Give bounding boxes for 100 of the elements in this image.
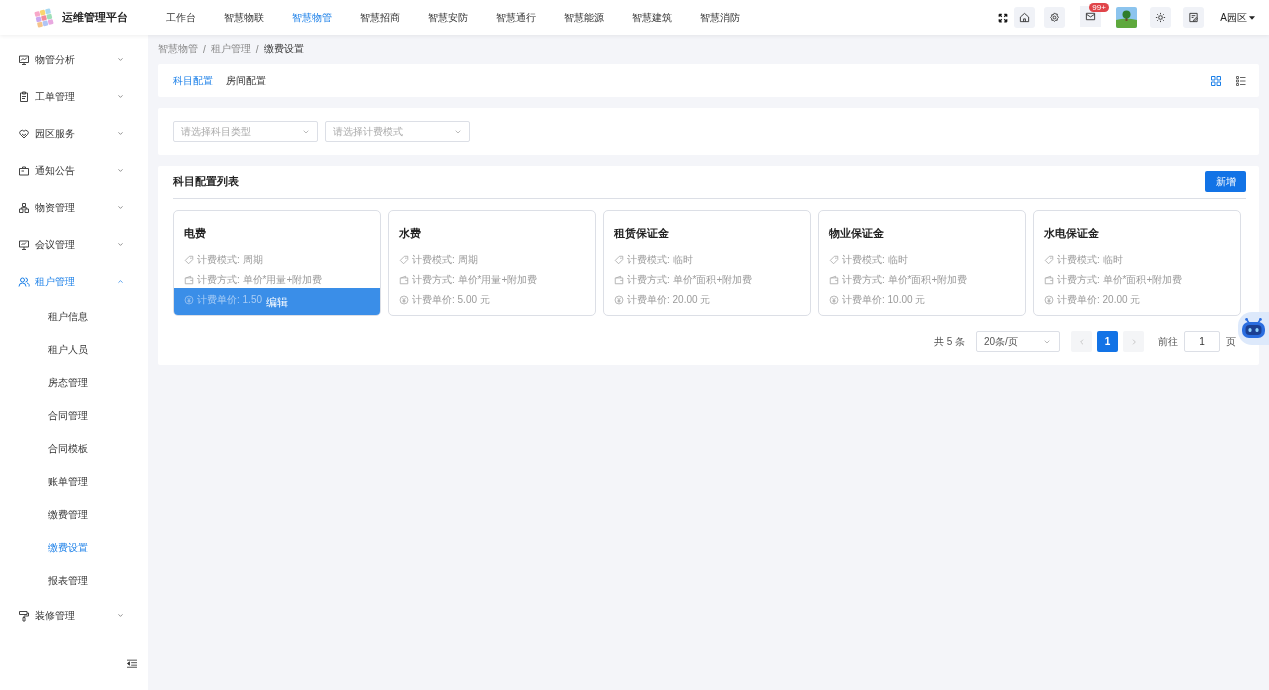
breadcrumb-separator: / [255, 43, 259, 55]
sidebar-item[interactable]: 租户管理 [0, 263, 148, 300]
nav-tab[interactable]: 工作台 [166, 10, 196, 25]
unit-price-text: 计费单价: 1.50 [197, 293, 263, 307]
breadcrumb-link[interactable]: 租户管理 [210, 42, 251, 56]
list-view-icon[interactable] [1235, 74, 1247, 87]
breadcrumb-link[interactable]: 智慧物管 [158, 42, 198, 56]
nav-tab[interactable]: 智慧消防 [700, 10, 740, 25]
sidebar-subitem[interactable]: 租户信息 [0, 300, 148, 333]
nav-tab[interactable]: 智慧通行 [496, 10, 536, 25]
chevron-down-icon [117, 56, 124, 63]
wallet-icon [1044, 275, 1054, 285]
card-title: 租赁保证金 [614, 226, 670, 241]
mail-button[interactable]: 99+ [1080, 2, 1112, 27]
boxes-icon [18, 201, 30, 214]
sidebar-subitem[interactable]: 账单管理 [0, 465, 148, 498]
page-size-select[interactable]: 20条/页 [976, 331, 1060, 352]
assistant-robot-icon[interactable] [1238, 312, 1269, 345]
add-button[interactable]: 新增 [1205, 171, 1246, 192]
sidebar-item[interactable]: 物资管理 [0, 189, 148, 226]
billing-method-text: 计费方式: 单价*面积+附加费 [842, 273, 968, 287]
settings-icon [1049, 12, 1061, 23]
platform-title: 运维管理平台 [62, 10, 128, 25]
wallet-icon [614, 275, 624, 285]
chevron-down-icon [117, 167, 124, 174]
page-number-button[interactable]: 1 [1097, 331, 1118, 352]
billing-method-text: 计费方式: 单价*面积+附加费 [627, 273, 753, 287]
caret-down-icon [1249, 15, 1255, 20]
sidebar-subitem[interactable]: 缴费管理 [0, 498, 148, 531]
sidebar-item[interactable]: 会议管理 [0, 226, 148, 263]
sidebar-item[interactable]: 工单管理 [0, 78, 148, 115]
sidebar-subitem[interactable]: 合同管理 [0, 399, 148, 432]
chevron-left-icon [1077, 337, 1086, 346]
yen-circle-icon [399, 295, 409, 305]
unit-price-text: 计费单价: 10.00 元 [842, 293, 926, 307]
subject-card[interactable]: 租赁保证金 计费模式: 临时 计费方式: 单价*面积+附加费 计费单价: 20.00 元 [603, 210, 811, 316]
home-icon [1019, 12, 1031, 23]
subject-card[interactable]: 电费 计费模式: 周期 计费方式: 单价*用量+附加费 计费单价: 1.50 编辑 [173, 210, 381, 316]
sidebar-item[interactable]: 装修管理 [0, 597, 148, 634]
sidebar-subitem[interactable]: 房态管理 [0, 366, 148, 399]
subject-card[interactable]: 水费 计费模式: 周期 计费方式: 单价*用量+附加费 计费单价: 5.00 元 [388, 210, 596, 316]
document-edit-icon [1188, 12, 1200, 23]
briefcase-icon [18, 164, 30, 177]
presentation-board-icon [18, 238, 30, 251]
subject-card[interactable]: 物业保证金 计费模式: 临时 计费方式: 单价*面积+附加费 计费单价: 10.00 元 [818, 210, 1026, 316]
filter-select[interactable]: 请选择科目类型 [173, 121, 318, 142]
wallet-icon [184, 275, 194, 285]
list-title: 科目配置列表 [173, 174, 239, 189]
sidebar-item[interactable]: 园区服务 [0, 115, 148, 152]
nav-tab[interactable]: 智慧能源 [564, 10, 604, 25]
home-button[interactable] [1014, 7, 1036, 28]
card-title: 电费 [184, 226, 207, 241]
tag-icon [1044, 255, 1054, 265]
chevron-down-icon [117, 612, 124, 619]
page-unit-text: 页 [1226, 334, 1236, 349]
tag-icon [184, 255, 194, 265]
card-title: 水电保证金 [1044, 226, 1100, 241]
settings-button[interactable] [1044, 7, 1066, 28]
grid-view-icon[interactable] [1210, 74, 1222, 87]
sidebar-subitem[interactable]: 租户人员 [0, 333, 148, 366]
yen-circle-icon [829, 295, 839, 305]
collapse-menu-icon[interactable] [127, 659, 137, 668]
nav-tab[interactable]: 智慧招商 [360, 10, 400, 25]
photo-placeholder[interactable] [1116, 7, 1138, 28]
tag-icon [399, 255, 409, 265]
clipboard-icon [18, 90, 30, 103]
notes-button[interactable] [1183, 7, 1205, 28]
nav-tab[interactable]: 智慧物联 [224, 10, 264, 25]
paint-roller-icon [18, 609, 30, 622]
card-title: 物业保证金 [829, 226, 885, 241]
unit-price-text: 计费单价: 20.00 元 [1057, 293, 1141, 307]
sidebar-item[interactable]: 物管分析 [0, 41, 148, 78]
page-jump-input[interactable]: 1 [1184, 331, 1220, 352]
fullscreen-icon[interactable] [998, 12, 1009, 23]
tab[interactable]: 房间配置 [226, 73, 266, 88]
wallet-icon [399, 275, 409, 285]
sidebar-subitem[interactable]: 合同模板 [0, 432, 148, 465]
chevron-down-icon [117, 241, 124, 248]
logo-icon [34, 7, 54, 28]
sidebar-item[interactable]: 通知公告 [0, 152, 148, 189]
chevron-up-icon [117, 278, 124, 285]
sidebar-subitem[interactable]: 缴费设置 [0, 531, 148, 564]
filter-select[interactable]: 请选择计费模式 [325, 121, 470, 142]
nav-tab[interactable]: 智慧物管 [292, 10, 332, 25]
nav-tab[interactable]: 智慧安防 [428, 10, 468, 25]
subject-card[interactable]: 水电保证金 计费模式: 临时 计费方式: 单价*面积+附加费 计费单价: 20.00 元 [1033, 210, 1241, 316]
billing-mode-text: 计费模式: 临时 [842, 253, 908, 267]
chevron-down-icon [117, 93, 124, 100]
park-selector[interactable]: A园区 [1220, 10, 1255, 25]
billing-method-text: 计费方式: 单价*用量+附加费 [197, 273, 323, 287]
card-title: 水费 [399, 226, 422, 241]
billing-method-text: 计费方式: 单价*面积+附加费 [1057, 273, 1183, 287]
sidebar-subitem[interactable]: 报表管理 [0, 564, 148, 597]
theme-button[interactable] [1150, 7, 1172, 28]
breadcrumb-current: 缴费设置 [263, 42, 304, 56]
unit-price-text: 计费单价: 20.00 元 [627, 293, 711, 307]
nav-tab[interactable]: 智慧建筑 [632, 10, 672, 25]
tab[interactable]: 科目配置 [173, 73, 213, 88]
unit-price-text: 计费单价: 5.00 元 [412, 293, 490, 307]
tag-icon [829, 255, 839, 265]
